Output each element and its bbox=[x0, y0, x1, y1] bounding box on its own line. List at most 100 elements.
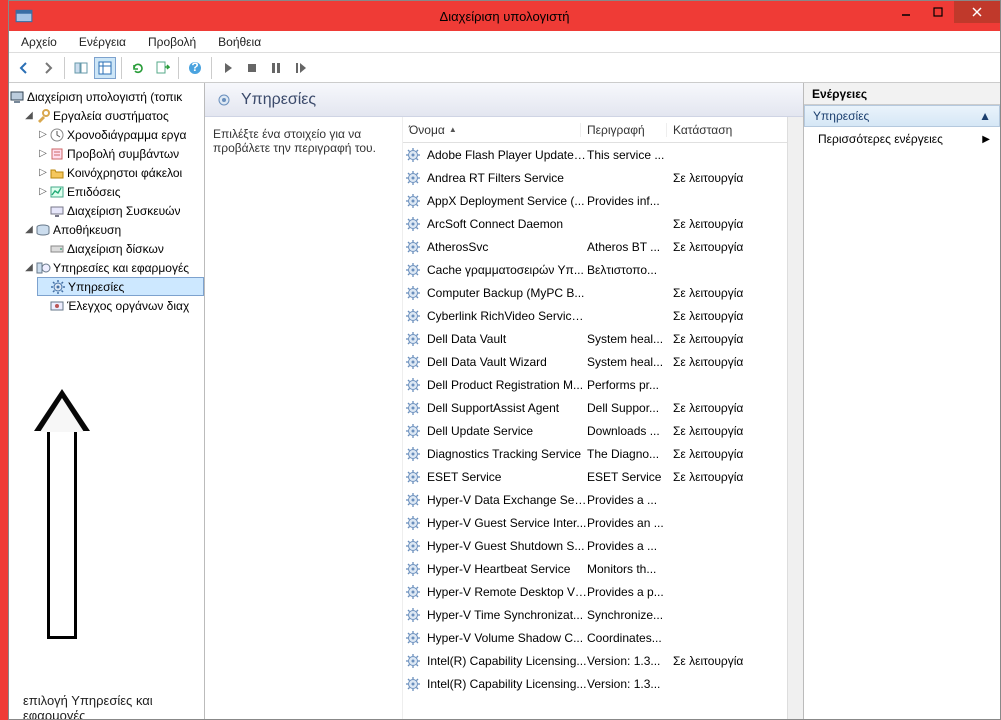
tree-storage[interactable]: ◢ Αποθήκευση bbox=[23, 220, 204, 239]
tree-services-apps[interactable]: ◢ Υπηρεσίες και εφαρμογές bbox=[23, 258, 204, 277]
back-button[interactable] bbox=[13, 57, 35, 79]
service-status: Σε λειτουργία bbox=[673, 654, 765, 668]
restart-button[interactable] bbox=[289, 57, 311, 79]
service-row[interactable]: Dell Update ServiceDownloads ...Σε λειτο… bbox=[403, 419, 787, 442]
actions-group-header[interactable]: Υπηρεσίες ▲ bbox=[804, 105, 1000, 127]
service-row[interactable]: Andrea RT Filters ServiceΣε λειτουργία bbox=[403, 166, 787, 189]
expand-icon[interactable]: ▷ bbox=[37, 167, 49, 178]
close-button[interactable] bbox=[954, 1, 1000, 23]
help-button[interactable]: ? bbox=[184, 57, 206, 79]
menu-view[interactable]: Προβολή bbox=[144, 33, 200, 51]
service-row[interactable]: Hyper-V Heartbeat ServiceMonitors th... bbox=[403, 557, 787, 580]
service-description: Atheros BT ... bbox=[587, 240, 673, 254]
computer-icon bbox=[9, 89, 25, 105]
service-status: Σε λειτουργία bbox=[673, 470, 765, 484]
service-row[interactable]: Dell SupportAssist AgentDell Suppor...Σε… bbox=[403, 396, 787, 419]
service-status: Σε λειτουργία bbox=[673, 240, 765, 254]
service-name: Cyberlink RichVideo Service... bbox=[427, 309, 587, 323]
gear-icon bbox=[405, 262, 421, 278]
play-button[interactable] bbox=[217, 57, 239, 79]
tree-device-manager[interactable]: Διαχείριση Συσκευών bbox=[37, 201, 204, 220]
service-description: System heal... bbox=[587, 355, 673, 369]
service-row[interactable]: Hyper-V Volume Shadow C...Coordinates... bbox=[403, 626, 787, 649]
tree-label: Προβολή συμβάντων bbox=[67, 147, 179, 161]
menu-action[interactable]: Ενέργεια bbox=[75, 33, 130, 51]
service-row[interactable]: Intel(R) Capability Licensing...Version:… bbox=[403, 672, 787, 695]
pause-button[interactable] bbox=[265, 57, 287, 79]
show-hide-tree-button[interactable] bbox=[70, 57, 92, 79]
service-name: Adobe Flash Player Update ... bbox=[427, 148, 587, 162]
forward-button[interactable] bbox=[37, 57, 59, 79]
menu-help[interactable]: Βοήθεια bbox=[214, 33, 265, 51]
tree-event-viewer[interactable]: ▷ Προβολή συμβάντων bbox=[37, 144, 204, 163]
titlebar[interactable]: Διαχείριση υπολογιστή bbox=[9, 1, 1000, 31]
tree-panel: Διαχείριση υπολογιστή (τοπικ ◢ Εργαλεία … bbox=[9, 83, 205, 719]
service-name: Hyper-V Data Exchange Ser... bbox=[427, 493, 587, 507]
service-row[interactable]: Intel(R) Capability Licensing...Version:… bbox=[403, 649, 787, 672]
service-description: Βελτιστοπο... bbox=[587, 263, 673, 277]
tree-root[interactable]: Διαχείριση υπολογιστή (τοπικ bbox=[9, 87, 204, 106]
maximize-button[interactable] bbox=[922, 1, 954, 23]
gear-icon bbox=[405, 561, 421, 577]
view-options-button[interactable] bbox=[94, 57, 116, 79]
tree-wmi-control[interactable]: Έλεγχος οργάνων διαχ bbox=[37, 296, 204, 315]
center-panel: Υπηρεσίες Επιλέξτε ένα στοιχείο για να π… bbox=[205, 83, 804, 719]
service-row[interactable]: Computer Backup (MyPC B...Σε λειτουργία bbox=[403, 281, 787, 304]
tree-disk-mgmt[interactable]: Διαχείριση δίσκων bbox=[37, 239, 204, 258]
expand-icon[interactable]: ◢ bbox=[23, 262, 35, 273]
scrollbar[interactable] bbox=[787, 117, 803, 719]
column-description[interactable]: Περιγραφή bbox=[581, 123, 667, 137]
service-row[interactable]: AppX Deployment Service (...Provides inf… bbox=[403, 189, 787, 212]
service-row[interactable]: AtherosSvcAtheros BT ...Σε λειτουργία bbox=[403, 235, 787, 258]
device-icon bbox=[49, 203, 65, 219]
refresh-button[interactable] bbox=[127, 57, 149, 79]
stop-button[interactable] bbox=[241, 57, 263, 79]
service-row[interactable]: ArcSoft Connect DaemonΣε λειτουργία bbox=[403, 212, 787, 235]
menu-file[interactable]: Αρχείο bbox=[17, 33, 61, 51]
service-row[interactable]: Adobe Flash Player Update ...This servic… bbox=[403, 143, 787, 166]
gear-icon bbox=[405, 492, 421, 508]
service-row[interactable]: Dell Product Registration M...Performs p… bbox=[403, 373, 787, 396]
service-description: Coordinates... bbox=[587, 631, 673, 645]
minimize-button[interactable] bbox=[890, 1, 922, 23]
tree-services[interactable]: Υπηρεσίες bbox=[37, 277, 204, 296]
service-description: System heal... bbox=[587, 332, 673, 346]
actions-more[interactable]: Περισσότερες ενέργειες ▶ bbox=[804, 127, 1000, 151]
service-row[interactable]: Dell Data VaultSystem heal...Σε λειτουργ… bbox=[403, 327, 787, 350]
expand-icon[interactable]: ◢ bbox=[23, 224, 35, 235]
service-row[interactable]: ESET ServiceESET ServiceΣε λειτουργία bbox=[403, 465, 787, 488]
tree-task-scheduler[interactable]: ▷Χρονοδιάγραμμα εργα bbox=[37, 125, 204, 144]
column-name[interactable]: Όνομα▲ bbox=[403, 123, 581, 137]
expand-icon[interactable]: ▷ bbox=[37, 186, 49, 197]
service-name: Diagnostics Tracking Service bbox=[427, 447, 587, 461]
tree-label: Κοινόχρηστοι φάκελοι bbox=[67, 166, 182, 180]
service-row[interactable]: Cyberlink RichVideo Service...Σε λειτουρ… bbox=[403, 304, 787, 327]
service-name: Hyper-V Heartbeat Service bbox=[427, 562, 587, 576]
tree-shared-folders[interactable]: ▷ Κοινόχρηστοι φάκελοι bbox=[37, 163, 204, 182]
gear-icon bbox=[405, 170, 421, 186]
service-description: This service ... bbox=[587, 148, 673, 162]
service-row[interactable]: Cache γραμματοσειρών Υπ...Βελτιστοπο... bbox=[403, 258, 787, 281]
service-name: Dell Update Service bbox=[427, 424, 587, 438]
column-status[interactable]: Κατάσταση bbox=[667, 123, 759, 137]
service-description: Monitors th... bbox=[587, 562, 673, 576]
wmi-icon bbox=[49, 298, 65, 314]
service-row[interactable]: Hyper-V Guest Shutdown S...Provides a ..… bbox=[403, 534, 787, 557]
service-row[interactable]: Diagnostics Tracking ServiceThe Diagno..… bbox=[403, 442, 787, 465]
service-row[interactable]: Hyper-V Data Exchange Ser...Provides a .… bbox=[403, 488, 787, 511]
tree-system-tools[interactable]: ◢ Εργαλεία συστήματος bbox=[23, 106, 204, 125]
expand-icon[interactable]: ◢ bbox=[23, 110, 35, 121]
tree-label: Υπηρεσίες bbox=[68, 280, 124, 294]
tree-performance[interactable]: ▷Επιδόσεις bbox=[37, 182, 204, 201]
service-row[interactable]: Dell Data Vault WizardSystem heal...Σε λ… bbox=[403, 350, 787, 373]
window-title: Διαχείριση υπολογιστή bbox=[9, 9, 1000, 24]
menubar: Αρχείο Ενέργεια Προβολή Βοήθεια bbox=[9, 31, 1000, 53]
expand-icon[interactable]: ▷ bbox=[37, 129, 49, 140]
list-body: Adobe Flash Player Update ...This servic… bbox=[403, 143, 787, 719]
service-row[interactable]: Hyper-V Remote Desktop Vi...Provides a p… bbox=[403, 580, 787, 603]
service-row[interactable]: Hyper-V Guest Service Inter...Provides a… bbox=[403, 511, 787, 534]
clock-icon bbox=[49, 127, 65, 143]
export-list-button[interactable] bbox=[151, 57, 173, 79]
expand-icon[interactable]: ▷ bbox=[37, 148, 49, 159]
service-row[interactable]: Hyper-V Time Synchronizat...Synchronize.… bbox=[403, 603, 787, 626]
